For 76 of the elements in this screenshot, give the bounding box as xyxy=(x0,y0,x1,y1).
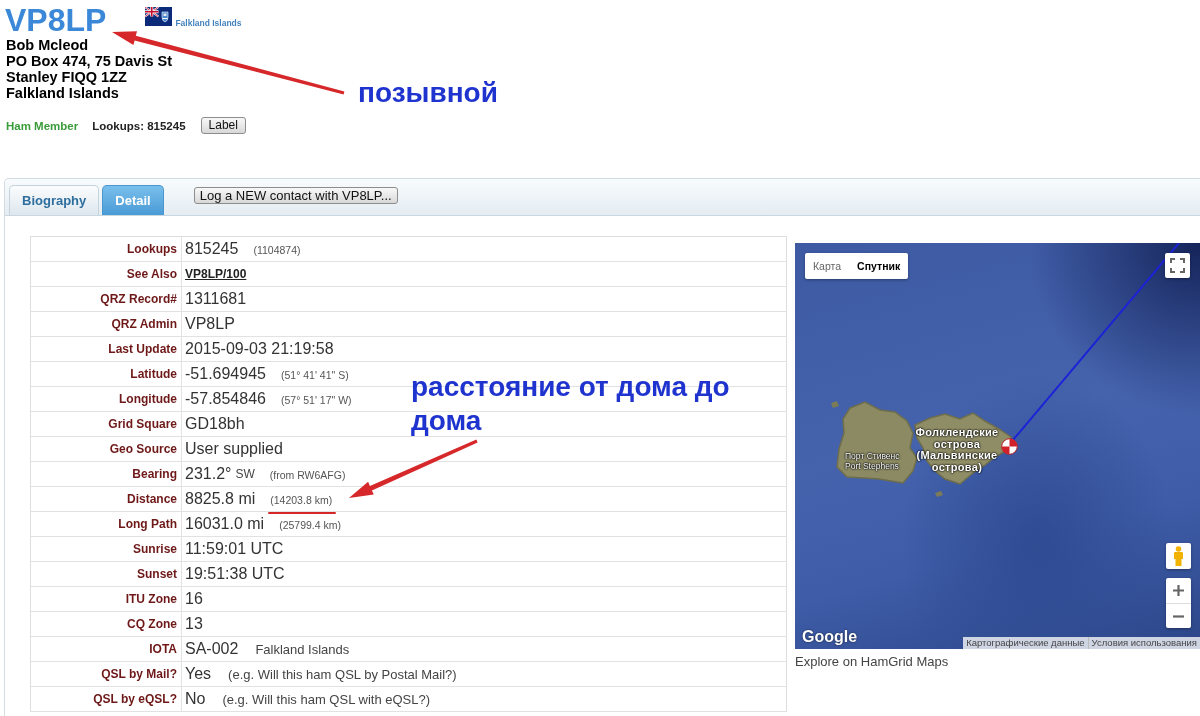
field-value: 231.2° xyxy=(185,465,232,483)
region-label: Фолклендские острова (Мальвинские острова) xyxy=(914,427,1000,473)
field-label: Bearing xyxy=(132,467,177,481)
field-value: 815245 xyxy=(185,240,239,258)
lookup-count: Lookups: 815245 xyxy=(92,119,186,132)
field-value: 16 xyxy=(185,590,203,608)
field-value: 16031.0 mi xyxy=(185,515,265,533)
field-label: IOTA xyxy=(149,642,177,656)
field-note: (1104874) xyxy=(253,244,301,256)
annotation-text: позывной xyxy=(358,76,499,110)
field-value: 19:51:38 UTC xyxy=(185,565,285,583)
annotation-text: расстояние от дома до дома xyxy=(411,370,731,438)
field-label: Sunrise xyxy=(133,542,177,556)
location-marker-icon xyxy=(1001,438,1018,455)
plus-icon xyxy=(1173,585,1184,596)
field-note: (e.g. Will this ham QSL with eQSL?) xyxy=(222,692,431,707)
fullscreen-button[interactable] xyxy=(1165,253,1190,278)
tab[interactable]: Biography xyxy=(9,185,100,215)
field-value: 11:59:01 UTC xyxy=(185,540,284,558)
field-label: CQ Zone xyxy=(127,617,177,631)
label-button[interactable]: Label xyxy=(200,117,246,134)
field-note: (51° 41' 41" S) xyxy=(280,369,349,381)
map-type-tab[interactable]: Спутник xyxy=(849,253,909,279)
field-value: 1311681 xyxy=(185,290,247,308)
field-note: (57° 51' 17" W) xyxy=(280,394,352,406)
field-label: ITU Zone xyxy=(125,592,177,606)
place-label: Порт Стивенс xyxy=(845,451,900,461)
address-line: PO Box 474, 75 Davis St xyxy=(6,53,173,69)
field-label: Last Update xyxy=(108,342,177,356)
field-label: Longitude xyxy=(119,392,177,406)
fullscreen-icon xyxy=(1170,258,1185,273)
country-link[interactable]: Falkland Islands xyxy=(175,18,242,28)
field-label: Sunset xyxy=(137,567,177,581)
field-label: Latitude xyxy=(130,367,177,381)
address-line: Falkland Islands xyxy=(6,85,119,101)
hamgrid-link[interactable]: Explore on HamGrid Maps xyxy=(795,654,949,670)
field-label: Grid Square xyxy=(108,417,177,431)
attribution-link[interactable]: Картографические данные xyxy=(963,637,1088,649)
field-label: Distance xyxy=(126,492,177,506)
field-note: (14203.8 km) xyxy=(270,494,333,506)
log-contact-button[interactable]: Log a NEW contact with VP8LP... xyxy=(193,187,398,204)
field-label: Long Path xyxy=(118,517,177,531)
member-status: Ham Member xyxy=(6,119,79,132)
map-type-tab[interactable]: Карта xyxy=(805,253,850,279)
callsign-title: VP8LP xyxy=(5,3,107,37)
field-value: -57.854846 xyxy=(185,390,266,408)
field-label: See Also xyxy=(126,267,177,281)
field-label: QRZ Admin xyxy=(111,317,177,331)
field-unit: SW xyxy=(235,467,255,481)
field-value: 2015-09-03 21:19:58 xyxy=(185,340,334,358)
field-note: (e.g. Will this ham QSL by Postal Mail?) xyxy=(228,667,457,682)
field-label: QSL by Mail? xyxy=(101,667,177,681)
attribution-link[interactable]: Условия использования xyxy=(1087,637,1200,649)
field-value: VP8LP xyxy=(185,315,235,333)
field-value: Yes xyxy=(185,665,212,683)
field-value: SA-002 xyxy=(185,640,239,658)
field-link[interactable]: VP8LP/100 xyxy=(185,267,247,281)
field-note: (from RW6AFG) xyxy=(269,469,346,481)
field-value: 13 xyxy=(185,615,203,633)
field-value: GD18bh xyxy=(185,415,245,433)
person-icon xyxy=(1173,546,1184,566)
field-value: 8825.8 mi xyxy=(185,490,256,508)
field-note: (25799.4 km) xyxy=(279,519,342,531)
flag-icon xyxy=(145,7,173,26)
field-note: Falkland Islands xyxy=(255,642,350,657)
field-value: No xyxy=(185,690,206,708)
field-value: -51.694945 xyxy=(185,365,266,383)
field-label: QRZ Record# xyxy=(100,292,177,306)
place-label: Port Stephens xyxy=(845,461,899,471)
field-value: User supplied xyxy=(185,440,283,458)
field-label: Geo Source xyxy=(109,442,177,456)
field-label: Lookups xyxy=(127,242,177,256)
field-label: QSL by eQSL? xyxy=(93,692,177,706)
map-logo: Google xyxy=(802,628,858,646)
address-line: Stanley FIQQ 1ZZ xyxy=(6,69,127,85)
address-line: Bob Mcleod xyxy=(6,37,89,53)
